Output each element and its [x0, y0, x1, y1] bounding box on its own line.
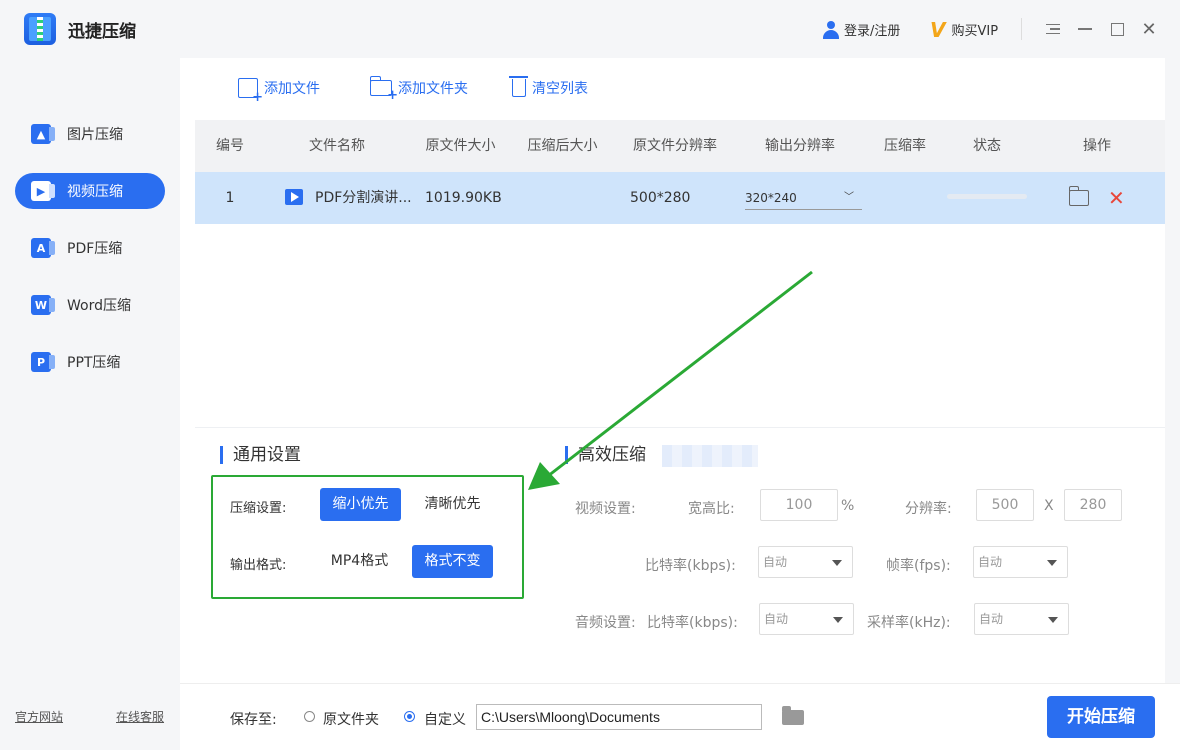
add-folder-icon	[370, 76, 398, 103]
browse-folder-icon[interactable]	[782, 706, 804, 725]
chevron-down-icon: ﹀	[844, 192, 854, 203]
row-orig-size: 1019.90KB	[425, 190, 502, 206]
menu-icon[interactable]	[1042, 18, 1064, 40]
word-compress-icon: W	[31, 295, 55, 315]
add-file-icon	[238, 78, 263, 105]
row-ratio	[870, 172, 940, 224]
col-orig-size: 原文件大小	[425, 138, 496, 154]
row-compressed-size	[515, 172, 610, 224]
clear-list-label: 清空列表	[532, 81, 588, 97]
ppt-compress-icon: P	[31, 352, 55, 372]
save-path-input[interactable]: C:\Users\Mloong\Documents	[476, 704, 762, 730]
output-resolution-select[interactable]: 320*240 ﹀	[745, 186, 862, 210]
video-settings-label: 视频设置:	[575, 501, 636, 517]
resolution-separator: X	[1044, 498, 1054, 514]
vip-label: 购买VIP	[951, 24, 999, 39]
sidebar-item-video[interactable]: ▶ 视频压缩	[15, 173, 165, 209]
col-index: 编号	[216, 138, 244, 154]
image-compress-icon: ▲	[31, 124, 55, 144]
col-orig-resolution: 原文件分辨率	[633, 138, 717, 154]
add-folder-button[interactable]: 添加文件夹	[370, 76, 468, 103]
footer-bar: 保存至: 原文件夹 自定义 C:\Users\Mloong\Documents …	[180, 683, 1180, 750]
official-site-link[interactable]: 官方网站	[15, 708, 63, 725]
buy-vip-button[interactable]: V 购买VIP	[930, 17, 999, 42]
delete-row-icon[interactable]: ✕	[1108, 186, 1125, 210]
fps-label: 帧率(fps):	[886, 558, 951, 574]
sample-rate-label: 采样率(kHz):	[867, 615, 951, 631]
resolution-width-input[interactable]: 500	[976, 489, 1034, 521]
title-bar: 迅捷压缩 登录/注册 V 购买VIP ✕	[0, 0, 1180, 58]
table-header: 编号 文件名称 原文件大小 压缩后大小 原文件分辨率 输出分辨率 压缩率 状态 …	[195, 120, 1165, 172]
aspect-ratio-label: 宽高比:	[688, 501, 735, 517]
table-row[interactable]: 1 PDF分割演讲... 1019.90KB 500*280 320*240 ﹀…	[195, 172, 1165, 224]
sidebar-item-ppt[interactable]: P PPT压缩	[15, 344, 165, 380]
audio-bitrate-label: 比特率(kbps):	[647, 615, 738, 631]
add-file-label: 添加文件	[264, 81, 320, 97]
status-progress-bar	[947, 194, 1027, 199]
app-title: 迅捷压缩	[68, 22, 136, 42]
add-folder-label: 添加文件夹	[398, 81, 468, 97]
start-compress-button[interactable]: 开始压缩	[1047, 696, 1155, 738]
minimize-icon[interactable]	[1074, 18, 1096, 40]
settings-divider	[195, 427, 1165, 428]
sidebar-item-image[interactable]: ▲ 图片压缩	[15, 116, 165, 152]
audio-bitrate-select[interactable]: 自动	[759, 603, 854, 635]
efficient-compress-title: 高效压缩	[565, 446, 646, 464]
sidebar-item-label: 视频压缩	[67, 184, 123, 200]
video-file-icon	[285, 189, 303, 205]
save-to-label: 保存至:	[230, 712, 277, 728]
bitrate-label: 比特率(kbps):	[645, 558, 736, 574]
audio-settings-label: 音频设置:	[575, 615, 636, 631]
header-divider	[1021, 18, 1022, 40]
radio-custom-folder[interactable]	[404, 711, 415, 722]
sidebar-item-label: 图片压缩	[67, 127, 123, 143]
login-button[interactable]: 登录/注册	[822, 20, 900, 39]
sidebar-item-label: Word压缩	[67, 298, 131, 314]
video-compress-icon: ▶	[31, 181, 55, 201]
col-filename: 文件名称	[309, 138, 365, 154]
pdf-compress-icon: A	[31, 238, 55, 258]
app-logo-icon	[24, 13, 56, 45]
col-status: 状态	[973, 138, 1001, 154]
login-label: 登录/注册	[844, 24, 901, 39]
trash-icon	[509, 76, 528, 97]
blurred-badge	[662, 445, 758, 467]
close-window-icon[interactable]: ✕	[1138, 18, 1160, 40]
main-panel: 添加文件 添加文件夹 清空列表 编号 文件名称 原文件大小 压缩后大小 原文件分…	[180, 58, 1165, 683]
fps-select[interactable]: 自动	[973, 546, 1068, 578]
sidebar-item-word[interactable]: W Word压缩	[15, 287, 165, 323]
aspect-ratio-input[interactable]: 100	[760, 489, 838, 521]
sample-rate-select[interactable]: 自动	[974, 603, 1069, 635]
open-folder-icon[interactable]	[1068, 186, 1089, 206]
clear-list-button[interactable]: 清空列表	[509, 76, 588, 98]
sidebar-item-pdf[interactable]: A PDF压缩	[15, 230, 165, 266]
online-support-link[interactable]: 在线客服	[116, 708, 164, 725]
general-settings-title: 通用设置	[220, 446, 301, 464]
sidebar-item-label: PDF压缩	[67, 241, 123, 257]
highlight-annotation-box	[211, 475, 524, 599]
sidebar-item-label: PPT压缩	[67, 355, 121, 371]
radio-original-folder[interactable]	[304, 711, 315, 722]
col-ratio: 压缩率	[884, 138, 926, 154]
bitrate-select[interactable]: 自动	[758, 546, 853, 578]
maximize-icon[interactable]	[1106, 18, 1128, 40]
resolution-height-input[interactable]: 280	[1064, 489, 1122, 521]
row-index: 1	[225, 190, 235, 206]
add-file-button[interactable]: 添加文件	[238, 78, 320, 105]
output-resolution-value: 320*240	[745, 191, 797, 205]
aspect-unit: %	[841, 498, 855, 514]
col-output-resolution: 输出分辨率	[765, 138, 835, 154]
col-actions: 操作	[1083, 138, 1111, 154]
sidebar: ▲ 图片压缩 ▶ 视频压缩 A PDF压缩 W Word压缩 P PPT压缩 官…	[0, 58, 180, 750]
col-compressed-size: 压缩后大小	[527, 138, 598, 154]
row-filename: PDF分割演讲...	[315, 190, 412, 206]
user-icon	[822, 20, 840, 39]
original-folder-label[interactable]: 原文件夹	[323, 709, 379, 729]
resolution-label: 分辨率:	[905, 501, 952, 517]
row-orig-resolution: 500*280	[630, 190, 691, 206]
custom-folder-label[interactable]: 自定义	[424, 709, 466, 729]
vip-icon: V	[930, 17, 946, 42]
